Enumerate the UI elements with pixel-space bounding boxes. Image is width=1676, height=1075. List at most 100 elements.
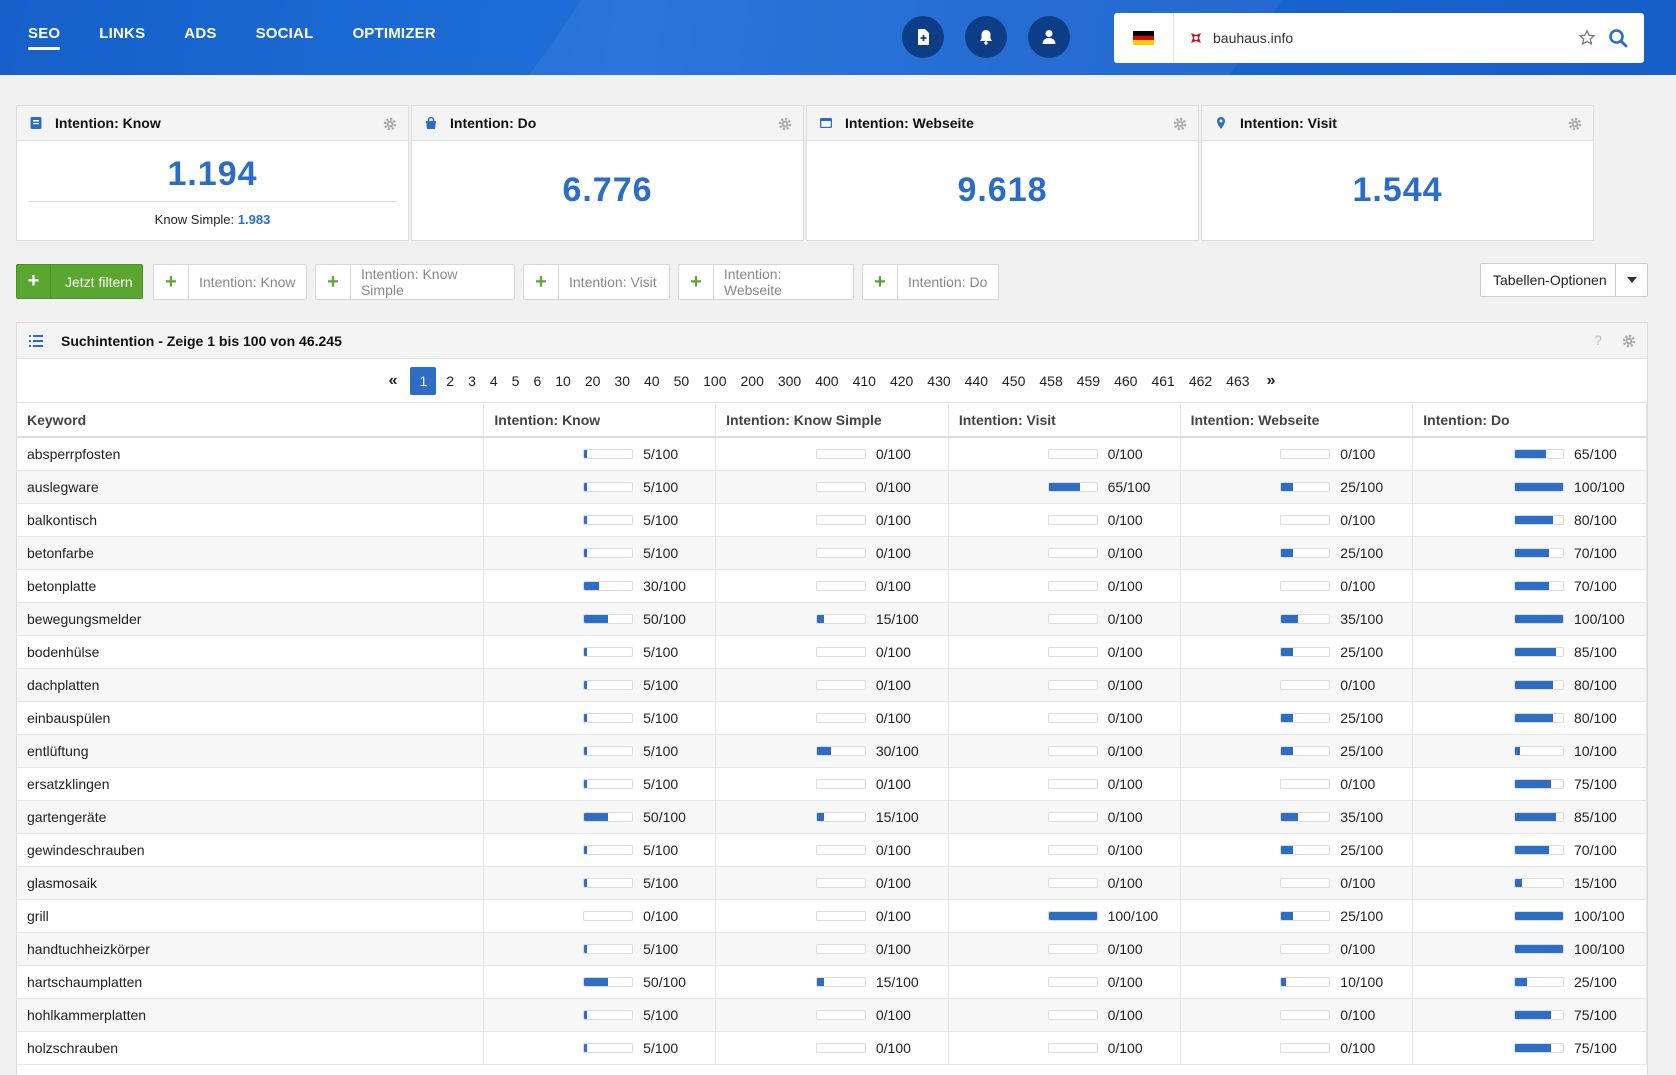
gear-icon[interactable] xyxy=(778,117,792,131)
score-cell: 5/100 xyxy=(484,768,717,800)
keyword-cell[interactable]: holzschrauben xyxy=(17,1032,485,1064)
page-link-420[interactable]: 420 xyxy=(883,367,920,395)
notifications-button[interactable] xyxy=(965,16,1007,58)
know-simple-label: Know Simple: xyxy=(154,212,235,227)
apply-filter-button[interactable]: + Jetzt filtern xyxy=(16,264,143,299)
account-button[interactable] xyxy=(1028,16,1070,58)
page-link-1[interactable]: 1 xyxy=(410,366,437,395)
filter-chip-know[interactable]: + Intention: Know xyxy=(153,264,307,300)
page-link-3[interactable]: 3 xyxy=(461,367,483,395)
page-link-410[interactable]: 410 xyxy=(846,367,883,395)
add-report-button[interactable] xyxy=(902,16,944,58)
page-link-5[interactable]: 5 xyxy=(505,367,527,395)
page-link-50[interactable]: 50 xyxy=(667,367,697,395)
column-header[interactable]: Keyword xyxy=(17,403,485,436)
last-page-icon[interactable]: » xyxy=(1257,367,1286,395)
nav-optimizer[interactable]: OPTIMIZER xyxy=(352,25,435,50)
keyword-cell[interactable]: ersatzklingen xyxy=(17,768,485,800)
card-subline: Know Simple: 1.983 xyxy=(17,212,408,227)
column-header[interactable]: Intention: Visit xyxy=(949,403,1181,436)
page-link-10[interactable]: 10 xyxy=(548,367,578,395)
help-icon[interactable]: ? xyxy=(1594,332,1602,348)
keyword-cell[interactable]: balkontisch xyxy=(17,504,485,536)
nav-ads[interactable]: ADS xyxy=(184,25,216,50)
score-bar xyxy=(1047,977,1098,987)
page-link-462[interactable]: 462 xyxy=(1182,367,1219,395)
gear-icon[interactable] xyxy=(383,117,397,131)
page-link-30[interactable]: 30 xyxy=(607,367,637,395)
keyword-cell[interactable]: auslegware xyxy=(17,471,485,503)
keyword-cell[interactable]: bewegungsmelder xyxy=(17,603,485,635)
country-selector[interactable] xyxy=(1114,13,1174,63)
page-link-200[interactable]: 200 xyxy=(734,367,771,395)
keyword-cell[interactable]: betonplatte xyxy=(17,570,485,602)
score-cell: 100/100 xyxy=(949,900,1181,932)
keyword-cell[interactable]: betonfarbe xyxy=(17,537,485,569)
page-link-40[interactable]: 40 xyxy=(637,367,667,395)
score-cell: 35/100 xyxy=(1181,801,1414,833)
score-value: 5/100 xyxy=(643,941,679,957)
score-value: 30/100 xyxy=(643,578,686,594)
gear-icon[interactable] xyxy=(1568,117,1582,131)
keyword-cell[interactable]: hartschaumplatten xyxy=(17,966,485,998)
keyword-cell[interactable]: glasmosaik xyxy=(17,867,485,899)
keyword-cell[interactable]: absperrpfosten xyxy=(17,438,485,470)
filter-chip-do[interactable]: + Intention: Do xyxy=(862,264,999,300)
keyword-cell[interactable]: hohlkammerplatten xyxy=(17,999,485,1031)
page-link-461[interactable]: 461 xyxy=(1144,367,1181,395)
page-link-20[interactable]: 20 xyxy=(578,367,608,395)
page-link-430[interactable]: 430 xyxy=(920,367,957,395)
page-link-463[interactable]: 463 xyxy=(1219,367,1256,395)
page-link-6[interactable]: 6 xyxy=(526,367,548,395)
keyword-cell[interactable]: gartengeräte xyxy=(17,801,485,833)
page-link-458[interactable]: 458 xyxy=(1032,367,1069,395)
filter-chip-visit[interactable]: + Intention: Visit xyxy=(523,264,670,300)
page-link-450[interactable]: 450 xyxy=(995,367,1032,395)
keyword-cell[interactable]: entlüftung xyxy=(17,735,485,767)
page-link-2[interactable]: 2 xyxy=(439,367,461,395)
keyword-cell[interactable]: bodenhülse xyxy=(17,636,485,668)
score-bar xyxy=(1514,548,1565,558)
score-value: 15/100 xyxy=(875,809,919,825)
first-page-icon[interactable]: « xyxy=(379,367,408,395)
nav-seo[interactable]: SEO xyxy=(28,25,61,50)
page-link-4[interactable]: 4 xyxy=(483,367,505,395)
column-header[interactable]: Intention: Webseite xyxy=(1181,403,1414,436)
table-options-dropdown[interactable]: Tabellen-Optionen xyxy=(1480,263,1648,297)
domain-input[interactable]: bauhaus.info xyxy=(1213,30,1578,46)
domain-search-box[interactable]: bauhaus.info xyxy=(1114,13,1644,63)
score-value: 15/100 xyxy=(1574,875,1617,891)
score-cell: 0/100 xyxy=(716,570,949,602)
column-header[interactable]: Intention: Know xyxy=(484,403,717,436)
nav-links[interactable]: LINKS xyxy=(99,25,145,50)
page-link-300[interactable]: 300 xyxy=(771,367,808,395)
score-cell: 0/100 xyxy=(949,537,1181,569)
filter-chip-know-simple[interactable]: + Intention: Know Simple xyxy=(315,264,515,300)
gear-icon[interactable] xyxy=(1622,334,1636,348)
page-link-459[interactable]: 459 xyxy=(1070,367,1107,395)
keyword-cell[interactable]: grill xyxy=(17,900,485,932)
score-value: 0/100 xyxy=(1107,611,1143,627)
page-link-440[interactable]: 440 xyxy=(958,367,995,395)
score-bar xyxy=(1514,680,1565,690)
column-header[interactable]: Intention: Do xyxy=(1413,403,1647,436)
column-header[interactable]: Intention: Know Simple xyxy=(716,403,949,436)
filter-chip-webseite[interactable]: + Intention: Webseite xyxy=(678,264,854,300)
star-icon[interactable] xyxy=(1578,29,1596,47)
plus-icon: + xyxy=(316,265,351,299)
page-link-460[interactable]: 460 xyxy=(1107,367,1144,395)
gear-icon[interactable] xyxy=(1173,117,1187,131)
keyword-cell[interactable]: handtuchheizkörper xyxy=(17,933,485,965)
keyword-cell[interactable]: gewindeschrauben xyxy=(17,834,485,866)
plus-icon: + xyxy=(17,265,51,298)
search-icon[interactable] xyxy=(1608,28,1628,48)
apply-filter-label: Jetzt filtern xyxy=(65,273,133,290)
page-link-100[interactable]: 100 xyxy=(696,367,733,395)
score-cell: 50/100 xyxy=(484,966,717,998)
nav-social[interactable]: SOCIAL xyxy=(256,25,314,50)
score-bar-fill xyxy=(1515,978,1528,986)
score-bar xyxy=(815,746,866,756)
keyword-cell[interactable]: dachplatten xyxy=(17,669,485,701)
page-link-400[interactable]: 400 xyxy=(808,367,845,395)
keyword-cell[interactable]: einbauspülen xyxy=(17,702,485,734)
